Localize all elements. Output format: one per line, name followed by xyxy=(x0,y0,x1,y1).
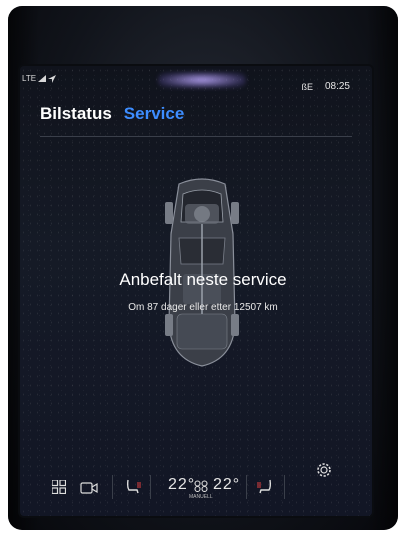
separator xyxy=(112,475,113,499)
status-bar-right: ßE 08:25 xyxy=(301,81,350,92)
tab-divider xyxy=(40,136,352,137)
network-label: LTE xyxy=(22,74,37,83)
signal-icon xyxy=(38,75,47,82)
light-reflection xyxy=(158,72,246,88)
navigation-icon xyxy=(48,74,57,83)
clock: 08:25 xyxy=(324,81,350,92)
separator xyxy=(246,475,247,499)
heated-seat-right-icon[interactable] xyxy=(256,478,274,496)
tab-bilstatus[interactable]: Bilstatus xyxy=(40,104,112,124)
camera-icon[interactable] xyxy=(80,482,98,494)
status-bar-left: LTE xyxy=(22,74,57,83)
heated-seat-left-icon[interactable] xyxy=(124,478,142,496)
tab-service[interactable]: Service xyxy=(124,104,185,124)
separator xyxy=(284,475,285,499)
settings-icon[interactable] xyxy=(316,462,332,478)
bluetooth-status: ßE xyxy=(301,81,313,92)
service-title: Anbefalt neste service xyxy=(119,270,287,289)
climate-mode-label: MANUELL xyxy=(189,494,213,500)
car-display-photo: LTE ßE 08:25 Bilstatus Service Anbefalt … xyxy=(8,6,398,530)
service-detail: Om 87 dager eller etter 12507 km xyxy=(128,302,278,313)
left-temperature[interactable]: 22° xyxy=(168,476,195,494)
apps-grid-icon[interactable] xyxy=(52,480,66,494)
separator xyxy=(150,475,151,499)
tab-bar: Bilstatus Service xyxy=(40,104,184,124)
right-temperature[interactable]: 22° xyxy=(213,476,240,494)
fan-icon[interactable] xyxy=(194,480,208,492)
